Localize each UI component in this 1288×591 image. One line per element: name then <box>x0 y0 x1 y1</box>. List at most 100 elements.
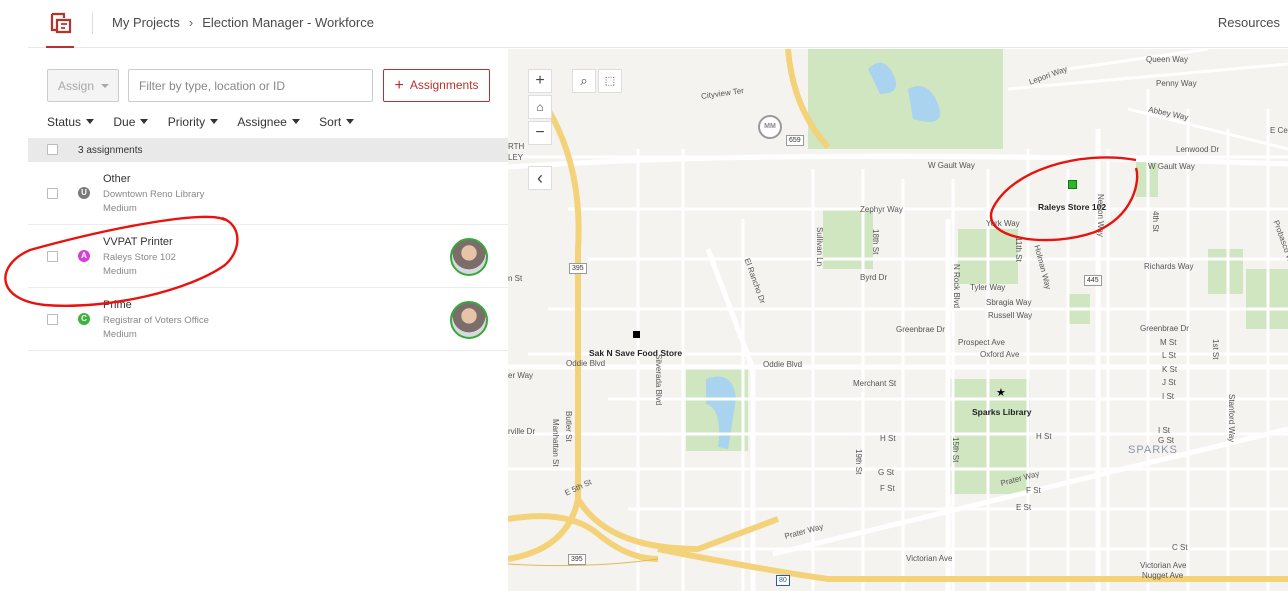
breadcrumb: My Projects › Election Manager - Workforce <box>112 15 374 30</box>
sort-menu[interactable]: Sort <box>319 115 355 129</box>
header-divider <box>92 12 93 34</box>
street-label: Victorian Ave <box>906 554 953 563</box>
street-label: E Ce <box>1270 126 1288 135</box>
avatar[interactable] <box>450 301 488 339</box>
star-marker-icon[interactable]: ★ <box>996 386 1006 399</box>
street-label: I St <box>1162 392 1175 401</box>
zoom-out-button[interactable]: − <box>528 121 552 145</box>
resources-link[interactable]: Resources <box>1218 15 1280 30</box>
street-label: 4th St <box>1151 211 1160 232</box>
street-label: RTH <box>508 142 525 151</box>
street-label: Russell Way <box>988 311 1033 320</box>
assignment-location: Registrar of Voters Office <box>103 315 209 326</box>
street-label: 19th St <box>854 449 863 475</box>
app-header: My Projects › Election Manager - Workforce… <box>28 0 1288 48</box>
assignment-marker-icon[interactable] <box>1068 180 1077 189</box>
select-all-checkbox[interactable] <box>47 144 58 155</box>
zoom-in-button[interactable]: + <box>528 69 552 93</box>
street-label: n St <box>508 274 523 283</box>
street-label: 1st St <box>1211 339 1220 360</box>
street-label: Lenwood Dr <box>1176 145 1220 154</box>
poi-marker-icon[interactable] <box>633 331 640 338</box>
caret-down-icon <box>86 119 95 124</box>
street-label: York Way <box>986 219 1020 228</box>
list-item[interactable]: U Other Downtown Reno Library Medium <box>28 162 508 225</box>
assignment-priority: Medium <box>103 329 137 340</box>
due-filter-label: Due <box>113 115 136 129</box>
street-label: Manhattan St <box>551 419 560 467</box>
street-label: G St <box>1158 436 1175 445</box>
select-area-icon[interactable]: ⬚ <box>598 69 622 93</box>
list-item[interactable]: C Prime Registrar of Voters Office Mediu… <box>28 288 508 351</box>
street-label: W Gault Way <box>1148 162 1195 171</box>
street-label: Oddie Blvd <box>763 360 803 369</box>
street-label: Butler St <box>564 411 573 442</box>
route-shield-395: 395 <box>569 263 587 274</box>
assignment-priority: Medium <box>103 203 137 214</box>
row-checkbox[interactable] <box>47 251 58 262</box>
street-label: Oxford Ave <box>980 350 1020 359</box>
basemap <box>508 49 1288 591</box>
poi-sparks-library: Sparks Library <box>972 407 1032 417</box>
priority-filter-label: Priority <box>167 115 206 129</box>
workforce-logo-icon[interactable] <box>48 10 74 36</box>
add-assignments-button[interactable]: + Assignments <box>383 69 490 102</box>
street-label: LEY <box>508 153 524 162</box>
route-shield-445: 445 <box>1084 275 1102 286</box>
avatar[interactable] <box>450 238 488 276</box>
street-label: Sbragia Way <box>986 298 1032 307</box>
street-label: Queen Way <box>1146 55 1188 64</box>
status-filter-label: Status <box>47 115 82 129</box>
route-marker-icon: MM <box>758 115 782 139</box>
street-label: Silverada Blvd <box>654 354 663 406</box>
assign-dropdown[interactable]: Assign <box>47 69 119 102</box>
street-label: F St <box>880 484 895 493</box>
street-label: W Gault Way <box>928 161 975 170</box>
caret-down-icon <box>346 119 355 124</box>
street-label: F St <box>1026 486 1041 495</box>
assignment-count: 3 assignments <box>78 145 143 156</box>
assignment-type: Prime <box>103 299 132 311</box>
status-filter[interactable]: Status <box>47 115 95 129</box>
street-label: Richards Way <box>1144 262 1194 271</box>
caret-down-icon <box>210 119 219 124</box>
route-shield-395: 395 <box>568 554 586 565</box>
plus-icon: + <box>394 76 404 94</box>
assignment-type: Other <box>103 173 131 185</box>
place-label-sparks: SPARKS <box>1128 444 1178 456</box>
status-badge: U <box>78 187 90 199</box>
priority-filter[interactable]: Priority <box>167 115 219 129</box>
street-label: E St <box>1016 503 1032 512</box>
due-filter[interactable]: Due <box>113 115 149 129</box>
street-label: N Rock Blvd <box>952 264 961 309</box>
interstate-shield-80: 80 <box>776 575 790 586</box>
assignee-filter[interactable]: Assignee <box>237 115 300 129</box>
street-label: Victorian Ave <box>1140 561 1187 570</box>
street-label: er Way <box>508 371 534 380</box>
street-label: K St <box>1162 365 1178 374</box>
street-label: Penny Way <box>1156 79 1197 88</box>
street-label: Stanford Way <box>1227 394 1236 443</box>
assignee-filter-label: Assignee <box>237 115 287 129</box>
collapse-panel-button[interactable]: ‹ <box>528 166 552 190</box>
street-label: G St <box>878 468 895 477</box>
logo-active-indicator <box>46 46 74 48</box>
assignment-location: Downtown Reno Library <box>103 189 205 200</box>
assignment-location: Raleys Store 102 <box>103 252 176 263</box>
street-label: C St <box>1172 543 1188 552</box>
row-checkbox[interactable] <box>47 314 58 325</box>
street-label: Zephyr Way <box>860 205 903 214</box>
list-item[interactable]: A VVPAT Printer Raleys Store 102 Medium <box>28 225 508 288</box>
breadcrumb-my-projects[interactable]: My Projects <box>112 15 180 30</box>
map-view[interactable]: + ⌂ − ‹ ⌕ ⬚ Raleys Store 102 Sak N Save … <box>508 49 1288 591</box>
search-icon[interactable]: ⌕ <box>572 69 596 93</box>
street-label: M St <box>1160 338 1177 347</box>
street-label: Prospect Ave <box>958 338 1005 347</box>
street-label: Oddie Blvd <box>566 359 606 368</box>
status-badge: A <box>78 250 90 262</box>
filter-input[interactable] <box>128 69 373 102</box>
home-icon[interactable]: ⌂ <box>528 95 552 119</box>
row-checkbox[interactable] <box>47 188 58 199</box>
assign-dropdown-label: Assign <box>58 79 95 93</box>
street-label: J St <box>1162 378 1176 387</box>
